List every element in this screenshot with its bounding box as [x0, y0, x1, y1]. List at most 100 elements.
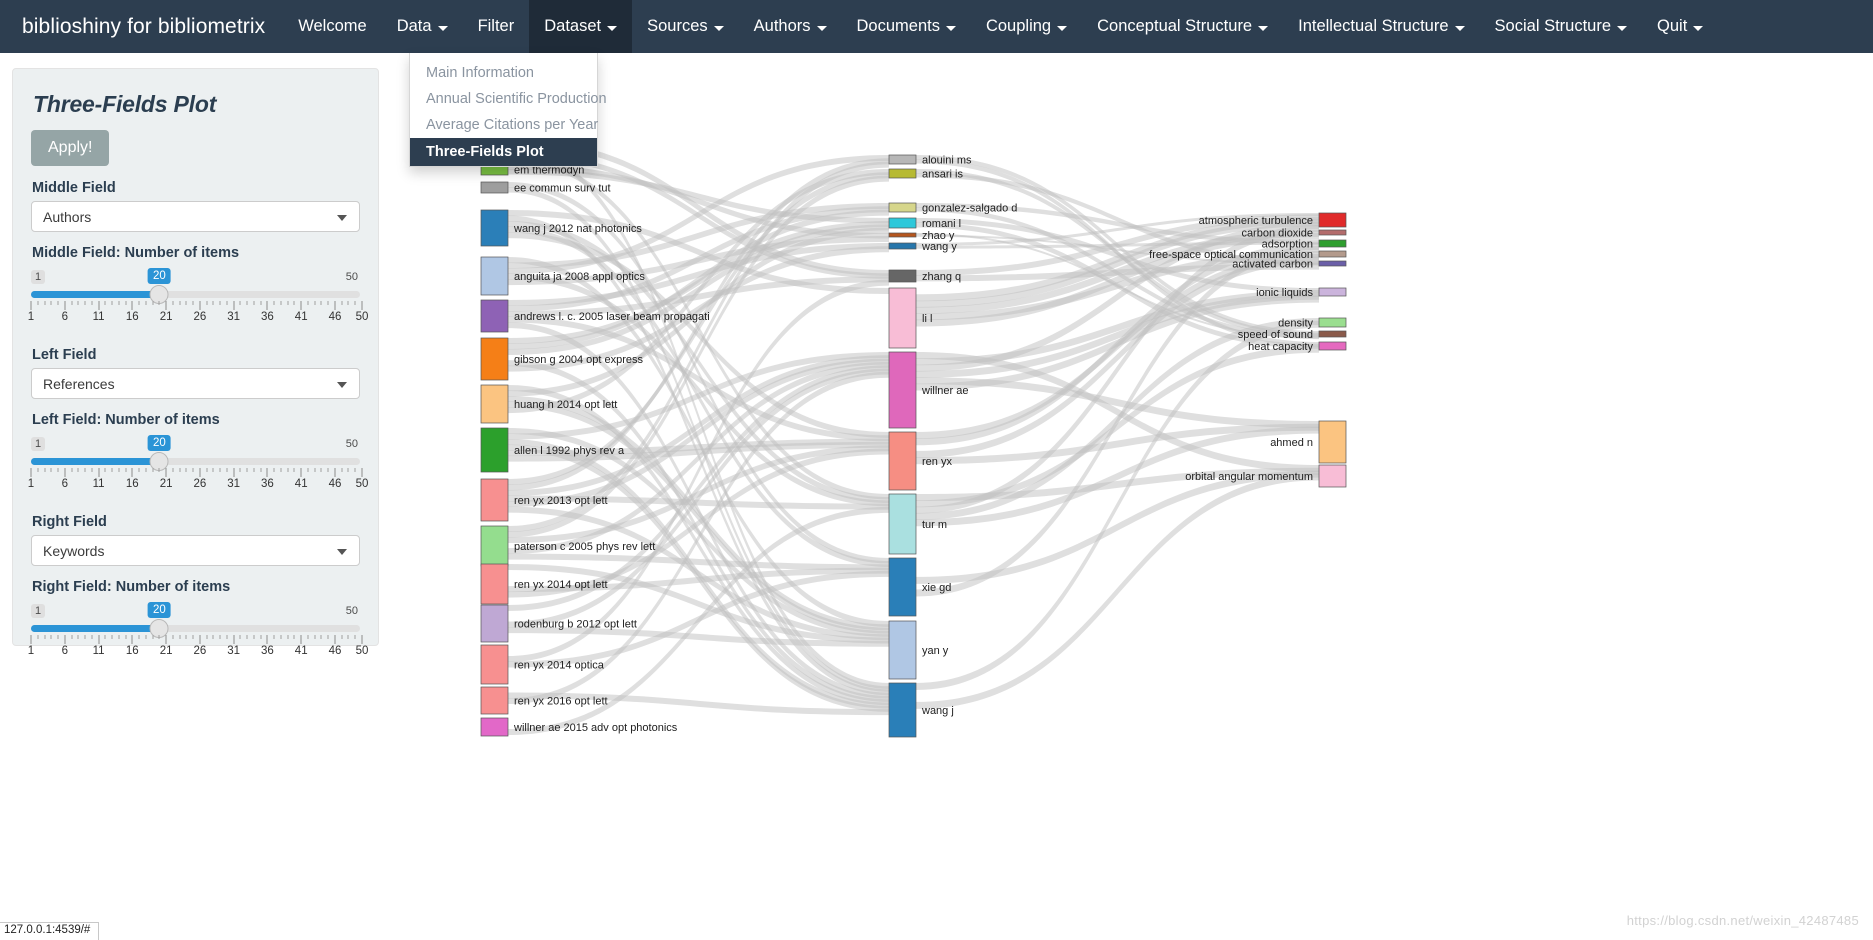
sankey-node-middle-11[interactable] [888, 557, 917, 617]
sankey-node-right-1[interactable] [1318, 229, 1347, 236]
left-field-slider-label: Left Field: Number of items [32, 412, 220, 428]
middle-field-select[interactable]: Authors [31, 201, 360, 232]
slider-tick-label: 6 [61, 311, 68, 323]
nav-item-social-structure[interactable]: Social Structure [1480, 0, 1642, 53]
sankey-node-right-10[interactable] [1318, 464, 1347, 488]
sankey-node-left-10[interactable] [480, 478, 509, 522]
sankey-label-left-11: paterson c 2005 phys rev lett [514, 541, 655, 553]
three-fields-sankey-plot[interactable]: er beam scintillawave technolem thermody… [379, 53, 1873, 883]
nav-item-label: Coupling [985, 17, 1052, 35]
nav-item-filter[interactable]: Filter [463, 0, 530, 53]
slider-tick-label: 16 [125, 645, 139, 657]
sankey-label-left-5: anguita ja 2008 appl optics [514, 271, 645, 283]
chevron-down-icon [1057, 25, 1068, 31]
sankey-node-middle-10[interactable] [888, 493, 917, 555]
chevron-down-icon [816, 25, 827, 31]
app-brand: biblioshiny for bibliometrix [22, 15, 266, 38]
sankey-label-middle-12: yan y [922, 645, 949, 657]
nav-item-conceptual-structure[interactable]: Conceptual Structure [1082, 0, 1283, 53]
nav-item-documents[interactable]: Documents [842, 0, 971, 53]
right-field-slider-ticks [30, 635, 363, 644]
sankey-node-left-8[interactable] [480, 384, 509, 424]
sankey-node-right-9[interactable] [1318, 420, 1347, 464]
nav-item-coupling[interactable]: Coupling [971, 0, 1082, 53]
right-field-slider-fill [31, 625, 160, 632]
sankey-node-middle-6[interactable] [888, 269, 917, 283]
sankey-node-left-9[interactable] [480, 427, 509, 473]
chevron-down-icon [337, 382, 347, 388]
sankey-node-left-14[interactable] [480, 644, 509, 685]
sankey-label-left-10: ren yx 2013 opt lett [514, 495, 608, 507]
chevron-down-icon [713, 25, 724, 31]
dataset-dropdown-menu[interactable]: Main Information Annual Scientific Produc… [409, 53, 607, 167]
sankey-node-left-13[interactable] [480, 604, 509, 643]
sankey-label-right-4: activated carbon [1232, 259, 1313, 271]
nav-item-dataset[interactable]: Dataset [529, 0, 633, 53]
sankey-node-right-7[interactable] [1318, 330, 1347, 338]
slider-tick-label: 11 [92, 478, 105, 490]
sankey-node-left-5[interactable] [480, 256, 509, 296]
sankey-node-left-15[interactable] [480, 686, 509, 715]
sankey-node-left-3[interactable] [480, 181, 509, 194]
dropdown-item-main-information[interactable]: Main Information [410, 60, 597, 86]
slider-tick-label: 1 [27, 311, 35, 323]
nav-item-authors[interactable]: Authors [739, 0, 842, 53]
sankey-node-middle-0[interactable] [888, 154, 917, 165]
nav-item-label: Conceptual Structure [1097, 17, 1253, 35]
sankey-node-right-2[interactable] [1318, 239, 1347, 248]
sankey-label-middle-2: gonzalez-salgado d [922, 203, 1017, 215]
sankey-label-right-10: orbital angular momentum [1185, 471, 1313, 483]
dropdown-item-three-fields-plot[interactable]: Three-Fields Plot [410, 138, 597, 166]
sankey-label-middle-5: wang y [921, 241, 957, 253]
sankey-node-right-6[interactable] [1318, 317, 1347, 328]
middle-field-slider-ticks [30, 301, 363, 310]
nav-item-quit[interactable]: Quit [1642, 0, 1718, 53]
slider-tick-label: 6 [61, 478, 68, 490]
sankey-node-middle-1[interactable] [888, 168, 917, 179]
sankey-node-right-3[interactable] [1318, 250, 1347, 258]
dropdown-item-average-citations-per-year[interactable]: Average Citations per Year [410, 112, 598, 138]
sankey-node-middle-13[interactable] [888, 682, 917, 738]
sankey-node-middle-8[interactable] [888, 351, 917, 429]
slider-tick-label: 50 [355, 478, 369, 490]
sankey-node-right-4[interactable] [1318, 260, 1347, 267]
watermark-text: https://blog.csdn.net/weixin_42487485 [1626, 913, 1859, 928]
dropdown-item-annual-scientific-production[interactable]: Annual Scientific Production [410, 86, 607, 112]
nav-item-label: Filter [477, 17, 515, 35]
nav-item-welcome[interactable]: Welcome [283, 0, 381, 53]
left-field-select[interactable]: References [31, 368, 360, 399]
sankey-node-middle-5[interactable] [888, 242, 917, 250]
sankey-node-left-6[interactable] [480, 299, 509, 333]
sankey-node-right-5[interactable] [1318, 287, 1347, 297]
sankey-label-middle-6: zhang q [922, 271, 961, 283]
left-field-slider[interactable]: 1 50 20 1 6 11 16 21 26 31 36 41 46 50 [28, 435, 369, 507]
slider-tick-label: 36 [261, 478, 274, 490]
sankey-node-middle-4[interactable] [888, 232, 917, 238]
left-field-slider-tick-labels: 1 6 11 16 21 26 31 36 41 46 50 [28, 478, 369, 493]
sankey-node-left-12[interactable] [480, 563, 509, 605]
sankey-node-middle-7[interactable] [888, 287, 917, 349]
slider-tick-label: 21 [159, 311, 173, 323]
sankey-node-middle-12[interactable] [888, 620, 917, 680]
sankey-node-middle-3[interactable] [888, 217, 917, 229]
sankey-link[interactable] [916, 320, 1319, 690]
nav-item-intellectual-structure[interactable]: Intellectual Structure [1283, 0, 1479, 53]
sankey-node-left-7[interactable] [480, 337, 509, 381]
sankey-label-left-4: wang j 2012 nat photonics [513, 223, 642, 235]
sankey-node-left-11[interactable] [480, 525, 509, 567]
chevron-down-icon [437, 25, 448, 31]
apply-button[interactable]: Apply! [31, 130, 110, 166]
sankey-node-right-0[interactable] [1318, 212, 1347, 228]
nav-item-label: Dataset [544, 17, 602, 35]
nav-item-data[interactable]: Data [382, 0, 463, 53]
nav-item-sources[interactable]: Sources [632, 0, 739, 53]
sankey-node-middle-2[interactable] [888, 202, 917, 213]
sankey-node-left-4[interactable] [480, 209, 509, 247]
sankey-node-middle-9[interactable] [888, 431, 917, 491]
right-field-slider[interactable]: 1 50 20 1 6 11 16 21 26 31 36 41 46 50 [28, 602, 368, 674]
middle-field-slider[interactable]: 1 50 20 1 6 11 16 21 26 31 36 41 46 50 [27, 268, 368, 340]
chevron-down-icon [1454, 25, 1465, 31]
sankey-node-right-8[interactable] [1318, 341, 1347, 351]
sankey-node-left-16[interactable] [480, 717, 509, 737]
right-field-select[interactable]: Keywords [31, 535, 360, 566]
